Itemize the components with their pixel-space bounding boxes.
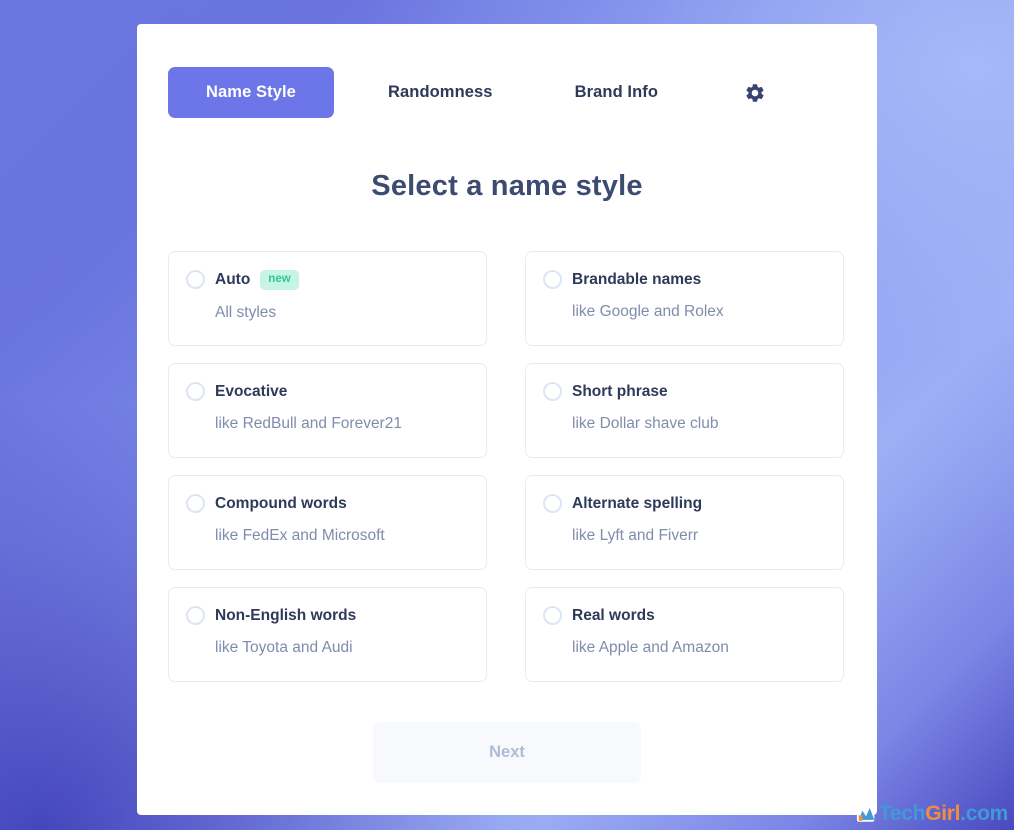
tab-randomness-label: Randomness <box>387 83 493 101</box>
tab-name-style[interactable]: Name Style <box>168 67 334 118</box>
option-real-words-label: Real words <box>572 606 655 624</box>
option-header: Auto new <box>186 270 466 290</box>
new-badge: new <box>260 270 299 290</box>
option-evocative-label: Evocative <box>215 382 288 400</box>
option-auto-label: Auto <box>215 270 251 288</box>
radio-auto[interactable] <box>186 270 205 290</box>
radio-short-phrase[interactable] <box>543 382 562 401</box>
next-button[interactable]: Next <box>373 722 641 783</box>
option-brandable-names-sub: like Google and Rolex <box>572 303 724 320</box>
option-alternate-spelling-sub: like Lyft and Fiverr <box>572 527 699 544</box>
watermark: Tech Girl .com <box>856 803 1008 824</box>
name-style-options: Auto new All styles Brandable names like… <box>137 203 877 682</box>
option-short-phrase-sub: like Dollar shave club <box>572 415 719 432</box>
option-short-phrase[interactable]: Short phrase like Dollar shave club <box>525 363 844 458</box>
tab-randomness[interactable]: Randomness <box>388 67 493 118</box>
watermark-com: .com <box>960 802 1008 825</box>
option-brandable-names[interactable]: Brandable names like Google and Rolex <box>525 251 844 346</box>
option-non-english-words-sub: like Toyota and Audi <box>215 639 353 656</box>
page-title: Select a name style <box>371 170 643 202</box>
option-auto-sub: All styles <box>215 303 277 321</box>
gear-icon <box>746 83 764 102</box>
option-short-phrase-label: Short phrase <box>572 382 668 400</box>
option-compound-words[interactable]: Compound words like FedEx and Microsoft <box>168 475 487 570</box>
app-panel: Name Style Randomness Brand Info Select … <box>137 24 877 815</box>
watermark-tech: Tech <box>878 802 926 825</box>
tab-brand-info[interactable]: Brand Info <box>575 67 659 118</box>
option-header: Brandable names <box>543 270 823 289</box>
radio-brandable-names[interactable] <box>543 270 562 289</box>
option-brandable-names-label: Brandable names <box>572 270 702 288</box>
radio-alternate-spelling[interactable] <box>543 494 562 513</box>
option-compound-words-sub: like FedEx and Microsoft <box>215 527 385 544</box>
settings-button[interactable] <box>742 80 768 106</box>
option-auto[interactable]: Auto new All styles <box>168 251 487 346</box>
watermark-girl: Girl <box>925 802 961 825</box>
option-header: Evocative <box>186 382 466 401</box>
radio-compound-words[interactable] <box>186 494 205 513</box>
option-evocative[interactable]: Evocative like RedBull and Forever21 <box>168 363 487 458</box>
option-header: Alternate spelling <box>543 494 823 513</box>
option-header: Compound words <box>186 494 466 513</box>
radio-real-words[interactable] <box>543 606 562 625</box>
option-compound-words-label: Compound words <box>215 494 347 512</box>
option-header: Short phrase <box>543 382 823 401</box>
tab-brand-info-label: Brand Info <box>574 83 659 101</box>
tab-bar: Name Style Randomness Brand Info <box>137 24 877 128</box>
mytechgirl-logo-icon <box>856 806 875 822</box>
option-header: Real words <box>543 606 823 625</box>
option-non-english-words-label: Non-English words <box>215 606 357 624</box>
tab-name-style-label: Name Style <box>206 83 296 101</box>
radio-evocative[interactable] <box>186 382 205 401</box>
option-alternate-spelling[interactable]: Alternate spelling like Lyft and Fiverr <box>525 475 844 570</box>
option-header: Non-English words <box>186 606 466 625</box>
next-button-container: Next <box>137 722 877 783</box>
option-evocative-sub: like RedBull and Forever21 <box>215 415 402 432</box>
radio-non-english-words[interactable] <box>186 606 205 625</box>
option-non-english-words[interactable]: Non-English words like Toyota and Audi <box>168 587 487 682</box>
option-real-words-sub: like Apple and Amazon <box>572 639 729 656</box>
option-real-words[interactable]: Real words like Apple and Amazon <box>525 587 844 682</box>
option-alternate-spelling-label: Alternate spelling <box>572 494 703 512</box>
